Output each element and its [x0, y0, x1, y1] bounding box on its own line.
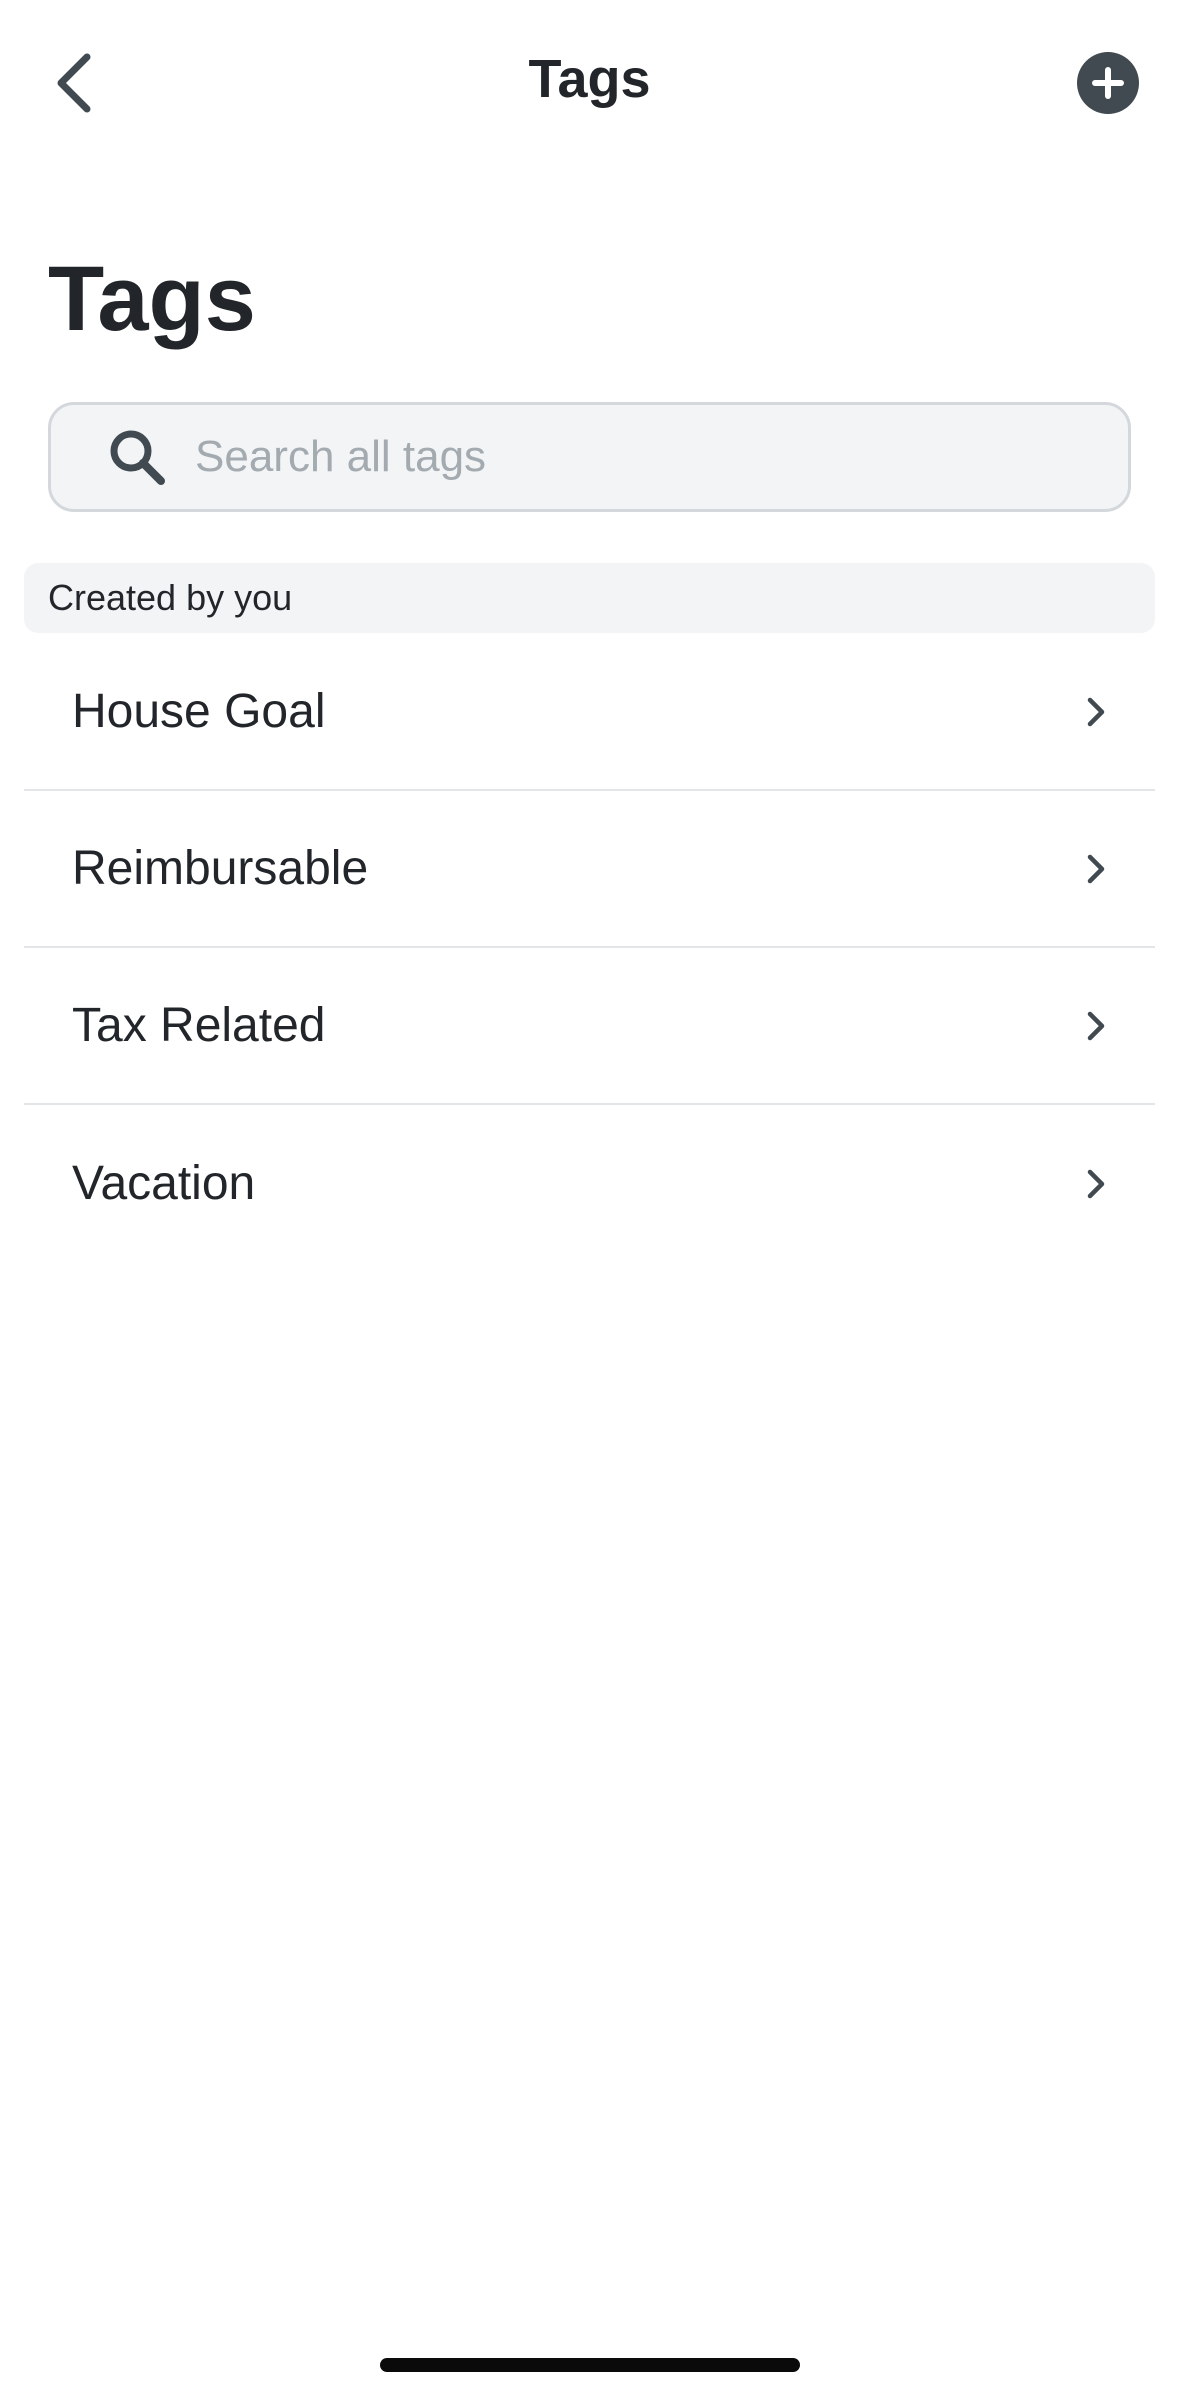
search-bar[interactable]	[48, 402, 1131, 512]
add-tag-button[interactable]	[1077, 52, 1139, 114]
tag-row-tax-related[interactable]: Tax Related	[24, 948, 1155, 1105]
search-icon	[107, 427, 167, 487]
tag-label: Vacation	[72, 1157, 256, 1210]
page-title: Tags	[48, 248, 256, 350]
tag-row-house-goal[interactable]: House Goal	[24, 634, 1155, 791]
nav-title: Tags	[528, 49, 651, 109]
tag-list: House Goal Reimbursable Tax Related Vaca…	[24, 634, 1155, 1262]
tag-row-vacation[interactable]: Vacation	[24, 1105, 1155, 1262]
chevron-right-icon	[1081, 1167, 1111, 1201]
navigation-bar: Tags	[0, 0, 1179, 168]
tag-row-reimbursable[interactable]: Reimbursable	[24, 791, 1155, 948]
tag-label: Reimbursable	[72, 842, 369, 895]
tag-label: Tax Related	[72, 999, 326, 1052]
chevron-right-icon	[1081, 695, 1111, 729]
chevron-right-icon	[1081, 1009, 1111, 1043]
plus-icon	[1092, 67, 1124, 99]
section-header-created-by-you: Created by you	[24, 563, 1155, 633]
search-input[interactable]	[195, 427, 1128, 487]
home-indicator	[380, 2358, 800, 2372]
chevron-right-icon	[1081, 852, 1111, 886]
tag-label: House Goal	[72, 685, 326, 738]
